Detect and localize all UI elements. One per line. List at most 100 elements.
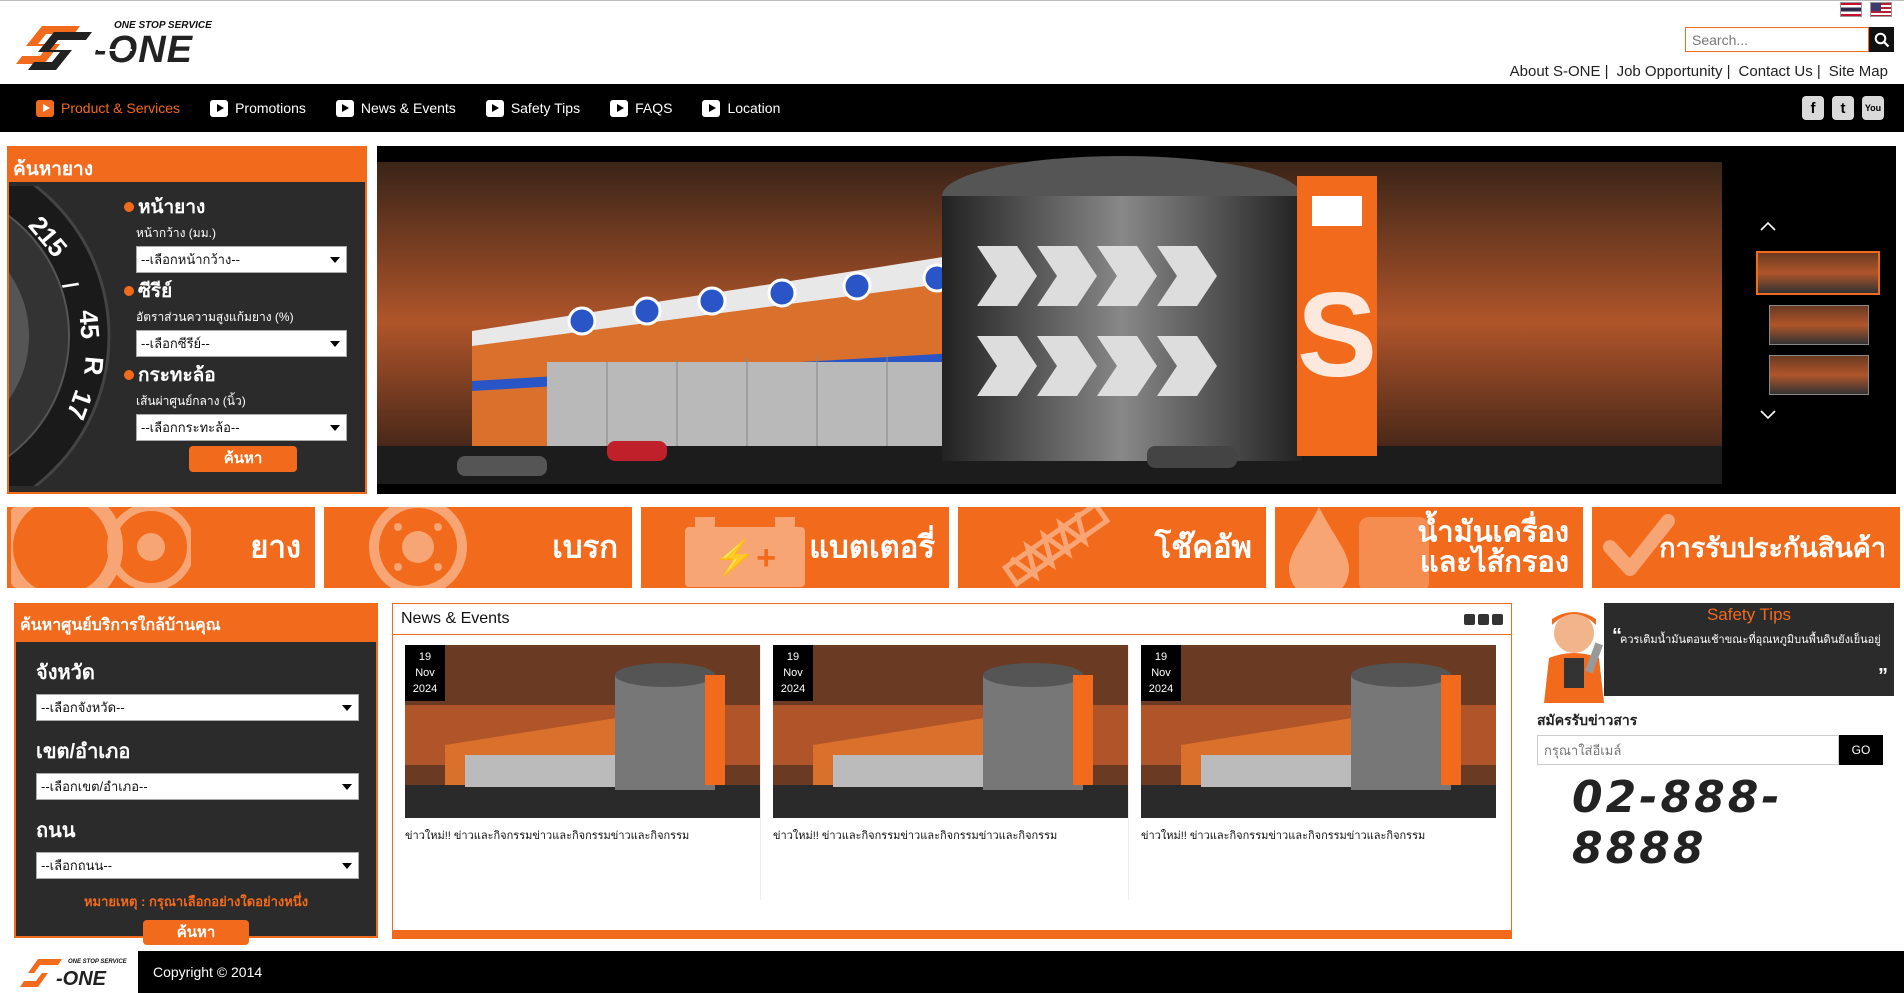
category-battery[interactable]: ⚡+ แบตเตอรี่ <box>641 507 949 588</box>
news-date: 19 Nov 2024 <box>773 645 813 701</box>
svg-text:-ONE: -ONE <box>56 968 107 990</box>
pager-dot[interactable] <box>1492 614 1503 625</box>
tire-series-select[interactable]: --เลือกซีรีย์-- <box>136 330 347 357</box>
pager-dot[interactable] <box>1478 614 1489 625</box>
nav-location[interactable]: Location <box>702 99 781 117</box>
site-map-link[interactable]: Site Map <box>1825 63 1892 80</box>
nav-news-events[interactable]: News & Events <box>335 99 456 117</box>
news-title[interactable]: ข่าวใหม่!! ข่าวและกิจกรรมข่าวและกิจกรรมข… <box>1141 826 1497 844</box>
hotline-phone: 02-888-8888 <box>1572 772 1783 874</box>
thai-flag-icon[interactable] <box>1840 2 1862 17</box>
district-label: เขต/อำเภอ <box>36 741 131 763</box>
search-button[interactable] <box>1869 27 1894 52</box>
main-nav: Product & Services Promotions News & Eve… <box>0 84 1904 132</box>
service-center-search-panel: ค้นหาศูนย์บริการใกล้บ้านคุณ จังหวัด --เล… <box>14 603 378 945</box>
news-events-header: News & Events <box>393 604 1511 635</box>
chevron-down-icon[interactable] <box>1758 405 1778 425</box>
search-input[interactable] <box>1685 27 1869 52</box>
select-value: --เลือกหน้ากว้าง-- <box>141 252 240 267</box>
banner-thumbnail[interactable] <box>1769 305 1869 345</box>
select-value: --เลือกเขต/อำเภอ-- <box>41 779 148 794</box>
dropdown-arrow-icon <box>342 704 352 711</box>
news-title[interactable]: ข่าวใหม่!! ข่าวและกิจกรรมข่าวและกิจกรรมข… <box>405 826 760 844</box>
dropdown-arrow-icon <box>330 340 340 347</box>
tire-width-select[interactable]: --เลือกหน้ากว้าง-- <box>136 246 347 273</box>
tire-icon <box>11 507 191 588</box>
tire-rim-field: กระทะล้อ เส้นผ่าศูนย์กลาง (นิ้ว) --เลือก… <box>124 360 361 441</box>
news-card[interactable]: 19 Nov 2024 ข่าวใหม่!! ข่าวและกิจกรรมข่าวแ… <box>1141 645 1497 900</box>
brake-disc-icon <box>369 507 467 588</box>
contact-us-link[interactable]: Contact Us | <box>1735 63 1825 80</box>
news-image[interactable]: 19 Nov 2024 <box>405 645 760 818</box>
province-select[interactable]: --เลือกจังหวัด-- <box>36 694 359 721</box>
svg-text:⚡+: ⚡+ <box>714 538 776 578</box>
news-day: 19 <box>1154 651 1168 663</box>
nav-product-services[interactable]: Product & Services <box>36 99 181 117</box>
banner-thumbnail[interactable] <box>1756 251 1880 295</box>
news-thumbnail <box>773 645 1128 818</box>
about-link[interactable]: About S-ONE | <box>1506 63 1613 80</box>
newsletter-go-button[interactable]: GO <box>1839 735 1883 765</box>
play-icon <box>485 99 504 117</box>
newsletter-label: สมัครรับข่าวสาร <box>1537 712 1638 728</box>
district-select[interactable]: --เลือกเขต/อำเภอ-- <box>36 773 359 800</box>
nav-promotions[interactable]: Promotions <box>210 99 306 117</box>
search-box <box>1685 27 1894 52</box>
news-image[interactable]: 19 Nov 2024 <box>773 645 1128 818</box>
tire-search-button[interactable]: ค้นหา <box>189 446 297 472</box>
category-brake[interactable]: เบรก <box>324 507 632 588</box>
facebook-icon[interactable]: f <box>1802 96 1824 120</box>
news-list: 19 Nov 2024 ข่าวใหม่!! ข่าวและกิจกรรมข่าวแ… <box>393 635 1511 900</box>
tire-search-title: ค้นหายาง <box>9 148 365 182</box>
footer-logo[interactable]: -ONE ONE STOP SERVICE <box>0 951 138 993</box>
newsletter-email-input[interactable] <box>1537 735 1839 765</box>
nav-safety-tips[interactable]: Safety Tips <box>485 99 580 117</box>
chevron-up-icon[interactable] <box>1758 216 1778 236</box>
select-value: --เลือกจังหวัด-- <box>41 700 125 715</box>
footer-logo-image: -ONE ONE STOP SERVICE <box>20 959 128 990</box>
banner-thumbnail[interactable] <box>1769 355 1869 395</box>
news-year: 2024 <box>1148 683 1174 695</box>
news-day: 19 <box>418 651 432 663</box>
tire-rim-select[interactable]: --เลือกกระทะล้อ-- <box>136 414 347 441</box>
news-image[interactable]: 19 Nov 2024 <box>1141 645 1496 818</box>
tire-series-sub: อัตราส่วนความสูงแก้มยาง (%) <box>136 310 294 324</box>
play-icon <box>210 99 229 117</box>
news-title[interactable]: ข่าวใหม่!! ข่าวและกิจกรรมข่าวและกิจกรรมข… <box>773 826 1128 844</box>
nav-label: Product & Services <box>61 100 181 116</box>
nav-faqs[interactable]: FAQS <box>610 99 672 117</box>
category-tire[interactable]: ยาง <box>7 507 315 588</box>
news-day: 19 <box>786 651 800 663</box>
play-icon <box>36 99 54 117</box>
safety-tips-text: ควรเติมน้ำมันตอนเช้าขณะที่อุณหภูมิบนพื้น… <box>1620 634 1881 646</box>
select-value: --เลือกถนน-- <box>41 858 113 873</box>
youtube-icon[interactable]: You <box>1862 96 1884 120</box>
search-icon <box>1874 32 1889 47</box>
news-month: Nov <box>783 667 803 679</box>
news-card[interactable]: 19 Nov 2024 ข่าวใหม่!! ข่าวและกิจกรรมข่าวแ… <box>773 645 1129 900</box>
shock-absorber-icon <box>1001 507 1111 588</box>
category-oil[interactable]: น้ำมันเครื่อง และไส้กรอง <box>1275 507 1583 588</box>
road-select[interactable]: --เลือกถนน-- <box>36 852 359 879</box>
category-label: เบรก <box>552 529 618 565</box>
news-card[interactable]: 19 Nov 2024 ข่าวใหม่!! ข่าวและกิจกรรมข่าวแ… <box>405 645 761 900</box>
category-shock[interactable]: โช๊คอัพ <box>958 507 1266 588</box>
s-one-logo[interactable]: ONE STOP SERVICE -ONE <box>14 14 234 72</box>
news-year: 2024 <box>412 683 438 695</box>
tire-series-title: ซีรีย์ <box>138 281 173 302</box>
twitter-icon[interactable]: t <box>1832 96 1854 120</box>
tire-rim-title: กระทะล้อ <box>138 365 216 386</box>
tire-width-field: หน้ายาง หน้ากว้าง (มม.) --เลือกหน้ากว้าง… <box>124 192 361 273</box>
nav-label: Location <box>727 100 781 116</box>
category-warranty[interactable]: การรับประกันสินค้า <box>1592 507 1900 588</box>
news-date: 19 Nov 2024 <box>1141 645 1181 701</box>
news-month: Nov <box>415 667 435 679</box>
pager-dot[interactable] <box>1464 614 1475 625</box>
service-search-button[interactable]: ค้นหา <box>143 920 249 945</box>
job-opportunity-link[interactable]: Job Opportunity | <box>1613 63 1735 80</box>
road-label: ถนน <box>36 820 76 842</box>
us-flag-icon[interactable] <box>1870 2 1892 17</box>
news-year: 2024 <box>780 683 806 695</box>
battery-icon: ⚡+ <box>685 517 805 587</box>
safety-tips-box[interactable]: Safety Tips “ ควรเติมน้ำมันตอนเช้าขณะที่… <box>1524 603 1894 703</box>
